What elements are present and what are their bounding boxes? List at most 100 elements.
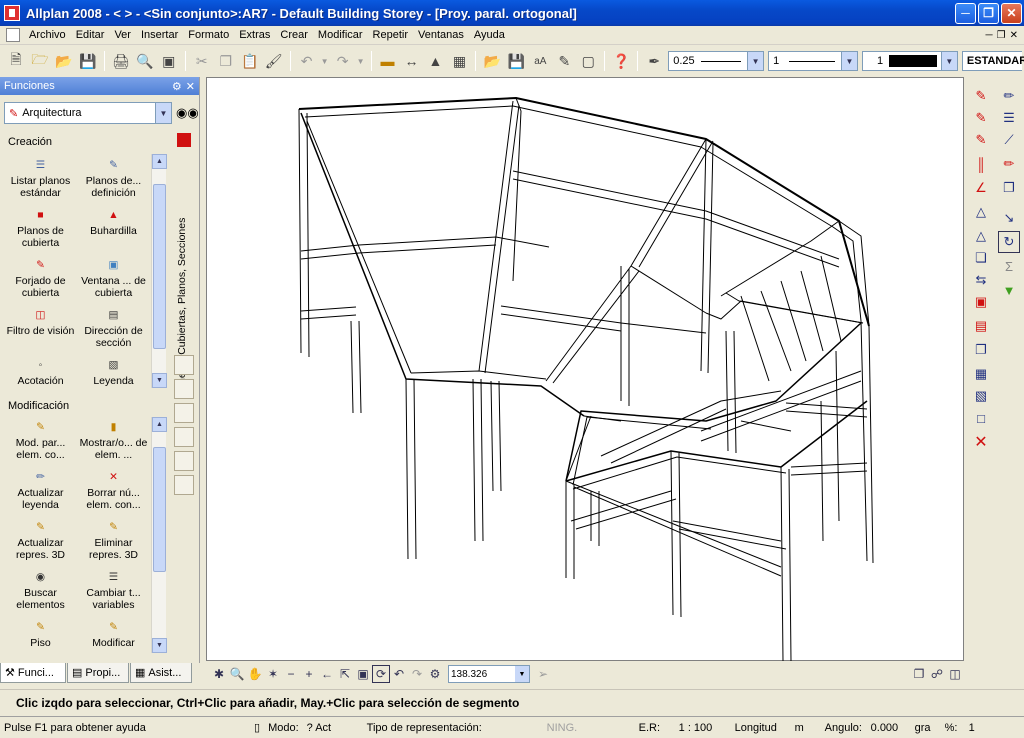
length-unit[interactable]: m — [791, 722, 821, 734]
function-delete-3d[interactable]: ✎ Eliminar repres. 3D — [77, 517, 150, 567]
window-tile-icon[interactable]: ◫ — [946, 665, 964, 683]
3d-cube-icon[interactable]: ▢ — [577, 50, 599, 72]
scroll-down-icon[interactable]: ▼ — [152, 373, 167, 388]
zoom-scale-select[interactable]: 138.326 ▼ — [448, 665, 530, 683]
format-painter-icon[interactable]: 🖌 — [263, 50, 285, 72]
open-project-icon[interactable]: 📂 — [53, 50, 75, 72]
elevation-icon[interactable]: ▲ — [425, 50, 447, 72]
pen-blue-icon[interactable]: ✏ — [998, 85, 1020, 107]
pin-icon[interactable]: ⚙ — [172, 80, 182, 93]
pen-tool-icon[interactable]: ✎ — [553, 50, 575, 72]
function-roof-planes[interactable]: ■ Planos de cubierta — [4, 205, 77, 255]
menu-editar[interactable]: Editar — [71, 29, 110, 41]
vertical-category-tab[interactable]: General: Cubiertas, Planos, Secciones — [173, 129, 195, 419]
steps-category-icon[interactable] — [174, 427, 194, 447]
eyedropper-icon[interactable]: ✒ — [643, 50, 665, 72]
pan-hand-icon[interactable]: ✋ — [246, 665, 264, 683]
pen-thickness-select[interactable]: 0.25 ▼ — [668, 51, 765, 71]
panel-close-icon[interactable]: ✕ — [186, 80, 195, 93]
function-view-filter[interactable]: ◫ Filtro de visión — [4, 305, 77, 355]
print-preview-icon[interactable]: 🔍 — [134, 50, 156, 72]
cut-icon[interactable]: ✂ — [191, 50, 213, 72]
copy-layer-icon[interactable]: ❐ — [998, 177, 1020, 199]
diagonal-line-icon[interactable]: ⟋ — [998, 129, 1020, 151]
align-icon[interactable]: ▧ — [970, 385, 992, 407]
menu-insertar[interactable]: Insertar — [136, 29, 183, 41]
function-update-3d[interactable]: ✎ Actualizar repres. 3D — [4, 517, 77, 567]
function-roof-window[interactable]: ▣ Ventana ... de cubierta — [77, 255, 150, 305]
refresh-icon[interactable]: ✶ — [264, 665, 282, 683]
function-dormer[interactable]: ▲ Buhardilla — [77, 205, 150, 255]
scroll-thumb[interactable] — [153, 184, 166, 349]
dimension-line-icon[interactable]: ↔ — [401, 50, 423, 72]
menu-ventanas[interactable]: Ventanas — [413, 29, 469, 41]
copy-icon[interactable]: ❐ — [215, 50, 237, 72]
sigma-icon[interactable]: Σ — [998, 255, 1020, 277]
window-link-icon[interactable]: ☍ — [928, 665, 946, 683]
function-roof-slab[interactable]: ✎ Forjado de cubierta — [4, 255, 77, 305]
angle-value[interactable]: 0.000 — [867, 722, 911, 734]
menu-archivo[interactable]: Archivo — [24, 29, 71, 41]
array-icon[interactable]: ▦ — [970, 363, 992, 385]
pin-view-icon[interactable]: ➢ — [534, 665, 552, 683]
view-3d-icon[interactable]: ▣ — [354, 665, 372, 683]
menu-extras[interactable]: Extras — [234, 29, 275, 41]
menu-repetir[interactable]: Repetir — [368, 29, 413, 41]
function-dimension[interactable]: ◦ Acotación — [4, 355, 77, 405]
open-folder-icon[interactable]: 🗁 — [29, 50, 51, 72]
document-icon[interactable] — [6, 28, 20, 42]
layout-icon[interactable]: ▣ — [158, 50, 180, 72]
view-settings-icon[interactable]: ⚙ — [426, 665, 444, 683]
mirror-copy-icon[interactable]: △ — [970, 225, 992, 247]
tab-properties[interactable]: ▤ Propi... — [67, 663, 129, 683]
stretch-icon[interactable]: ▤ — [970, 315, 992, 337]
line-type-select[interactable]: 1 ▼ — [768, 51, 858, 71]
zoom-extents-icon[interactable]: ⇱ — [336, 665, 354, 683]
undo-dropdown-icon[interactable]: ▼ — [320, 50, 330, 72]
regenerate-icon[interactable]: ✱ — [210, 665, 228, 683]
angle-unit[interactable]: gra — [911, 722, 941, 734]
mdi-restore-icon[interactable]: ❐ — [997, 30, 1006, 41]
previous-view-icon[interactable]: ↶ — [390, 665, 408, 683]
scale-value[interactable]: 1 : 100 — [675, 722, 731, 734]
pen-line-icon[interactable]: ✎ — [970, 107, 992, 129]
scroll-up-icon[interactable]: ▲ — [152, 417, 167, 432]
layer-open-icon[interactable]: 📂 — [481, 50, 503, 72]
save-icon[interactable]: 💾 — [77, 50, 99, 72]
red-line-icon[interactable]: ✏ — [998, 153, 1020, 175]
delete-icon[interactable]: ✕ — [970, 431, 992, 453]
pan-left-icon[interactable]: ← — [318, 665, 336, 683]
function-section-direction[interactable]: ▤ Dirección de sección — [77, 305, 150, 355]
paste-icon[interactable]: 📋 — [239, 50, 261, 72]
function-delete-number[interactable]: ✕ Borrar nú... elem. con... — [77, 467, 150, 517]
function-modify-params[interactable]: ✎ Mod. par... elem. co... — [4, 417, 77, 467]
mdi-close-icon[interactable]: ✕ — [1010, 30, 1018, 41]
pen-color-icon[interactable]: ✎ — [970, 129, 992, 151]
function-legend[interactable]: ▧ Leyenda — [77, 355, 150, 405]
creation-scrollbar[interactable]: ▲ ▼ — [151, 154, 167, 388]
function-plane-definition[interactable]: ✎ Planos de... definición — [77, 155, 150, 205]
ruler-category-icon[interactable] — [174, 379, 194, 399]
multi-copy-icon[interactable]: ❐ — [970, 339, 992, 361]
tab-assistants[interactable]: ▦ Asist... — [130, 663, 192, 683]
function-list-planes[interactable]: ☰ Listar planos estándar — [4, 155, 77, 205]
zoom-out-icon[interactable]: − — [282, 665, 300, 683]
transfer-icon[interactable]: ⇆ — [970, 269, 992, 291]
stairs-category-icon[interactable] — [174, 355, 194, 375]
new-file-icon[interactable]: 🗎 — [5, 50, 27, 72]
terrain-category-icon[interactable] — [174, 475, 194, 495]
close-button[interactable]: ✕ — [1001, 2, 1022, 24]
next-view-icon[interactable]: ↷ — [408, 665, 426, 683]
angle-pen-icon[interactable]: ∠ — [970, 177, 992, 199]
box-category-icon[interactable] — [174, 403, 194, 423]
frame-icon[interactable]: □ — [970, 407, 992, 429]
function-change-variables[interactable]: ☰ Cambiar t... variables — [77, 567, 150, 617]
module-select[interactable]: ✎ Arquitectura ▼ — [4, 102, 172, 124]
redo-dropdown-icon[interactable]: ▼ — [356, 50, 366, 72]
scroll-up-icon[interactable]: ▲ — [152, 154, 167, 169]
grid-category-icon[interactable] — [174, 451, 194, 471]
tab-functions[interactable]: ⚒ Funci... — [0, 663, 66, 683]
layer-save-icon[interactable]: 💾 — [505, 50, 527, 72]
color-select[interactable]: 1 ▼ — [862, 51, 958, 71]
function-floor[interactable]: ✎ Piso — [4, 617, 77, 667]
